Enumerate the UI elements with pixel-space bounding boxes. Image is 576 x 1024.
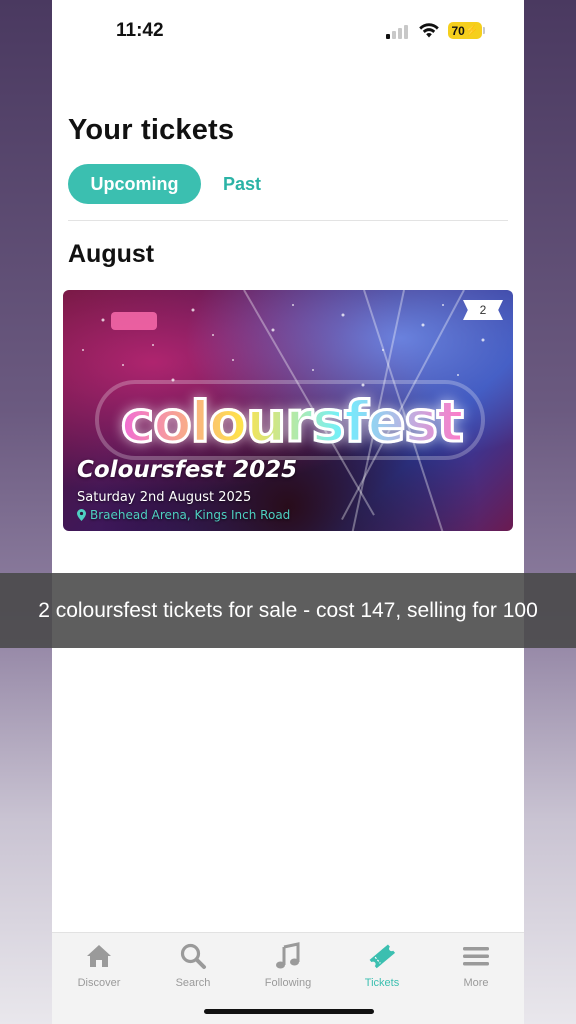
nav-following[interactable]: Following	[241, 939, 335, 999]
event-card[interactable]: coloursfest 2 Coloursfest 2025 Saturday …	[63, 290, 513, 531]
event-date: Saturday 2nd August 2025	[77, 490, 252, 505]
nav-label-following: Following	[264, 977, 312, 989]
home-indicator[interactable]	[204, 1009, 374, 1014]
nav-label-more: More	[463, 977, 489, 989]
event-logo: coloursfest	[120, 389, 466, 457]
story-caption: 2 coloursfest tickets for sale - cost 14…	[0, 573, 576, 648]
music-note-icon	[276, 942, 300, 969]
nav-label-discover: Discover	[77, 977, 121, 989]
nav-label-search: Search	[175, 977, 211, 989]
month-heading: August	[68, 240, 155, 268]
phone-screen: 11:42 70 ⚡ Your tickets Upcoming Past Aug…	[52, 0, 524, 1024]
search-icon	[180, 943, 206, 969]
tab-upcoming[interactable]: Upcoming	[68, 164, 201, 204]
ticket-icon	[369, 944, 396, 969]
home-icon	[87, 945, 111, 967]
status-bar: 11:42 70 ⚡	[52, 0, 524, 60]
battery-level: 70	[451, 23, 465, 38]
event-title: Coloursfest 2025	[77, 457, 298, 483]
status-time: 11:42	[116, 20, 164, 41]
nav-discover[interactable]: Discover	[52, 939, 146, 999]
venue-label: Braehead Arena, Kings Inch Road	[90, 508, 291, 522]
tab-past[interactable]: Past	[212, 164, 272, 204]
wifi-icon	[419, 23, 439, 38]
location-pin-icon	[77, 509, 86, 521]
menu-icon	[463, 947, 489, 966]
ticket-count-badge: 2	[463, 300, 503, 320]
cellular-signal-icon	[386, 25, 412, 39]
nav-search[interactable]: Search	[146, 939, 240, 999]
divider	[68, 220, 508, 221]
battery-icon: 70 ⚡	[448, 22, 485, 39]
nav-label-tickets: Tickets	[364, 977, 400, 989]
nav-more[interactable]: More	[429, 939, 523, 999]
event-venue: Braehead Arena, Kings Inch Road	[77, 508, 290, 522]
nav-tickets[interactable]: Tickets	[335, 939, 429, 999]
page-title: Your tickets	[68, 114, 235, 146]
